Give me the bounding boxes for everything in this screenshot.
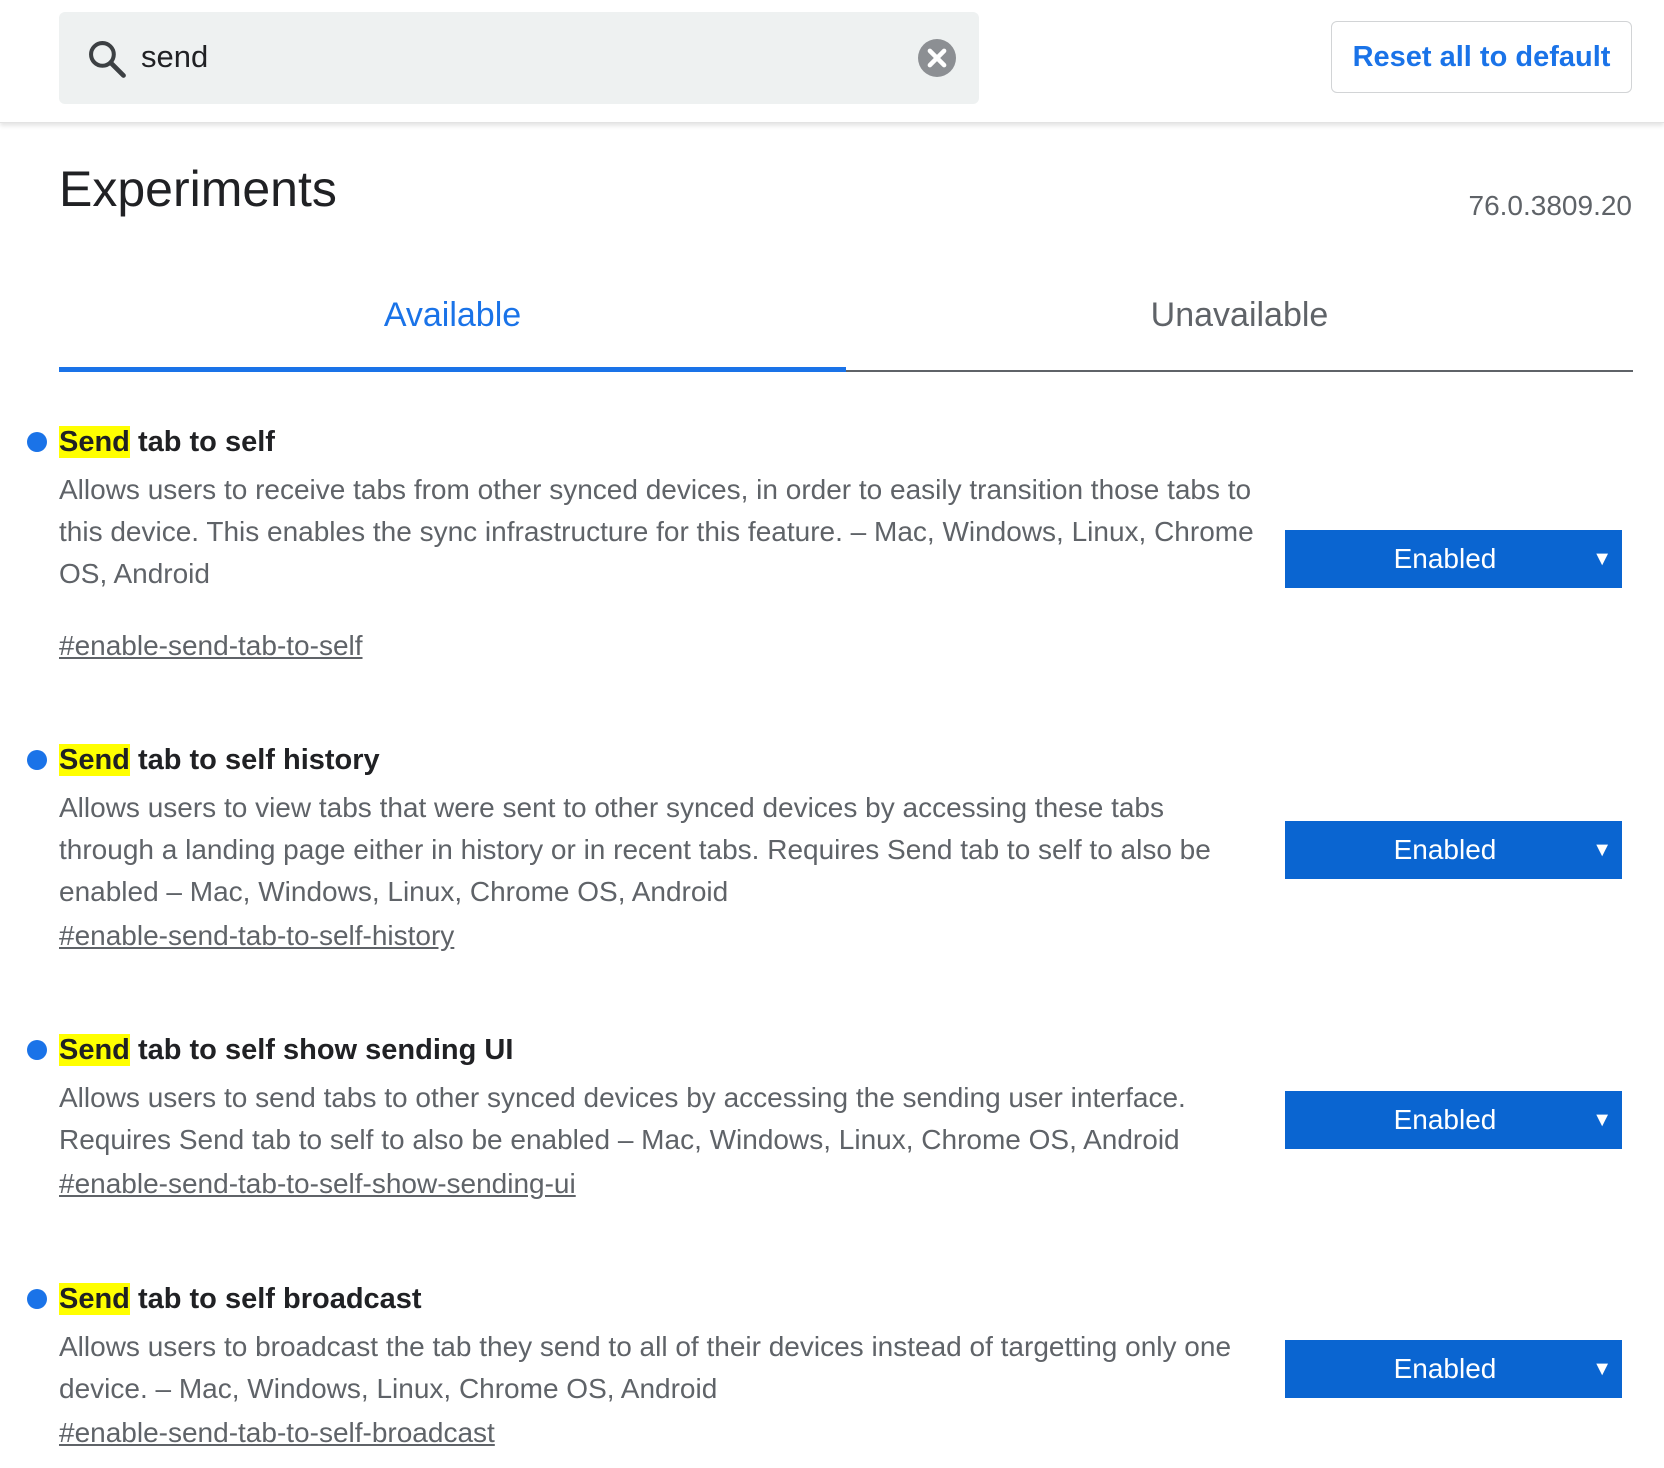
experiment-permalink[interactable]: #enable-send-tab-to-self-show-sending-ui [59, 1165, 576, 1203]
search-match-highlight: Send [59, 744, 130, 776]
tab-bar: Available Unavailable [59, 272, 1633, 372]
search-box[interactable]: send [59, 12, 979, 104]
search-match-highlight: Send [59, 1283, 130, 1315]
experiment-title: Send tab to self show sending UI [59, 1031, 513, 1069]
experiment-title-text: tab to self [129, 426, 275, 458]
experiment-state-select[interactable]: Enabled ▼ [1285, 530, 1622, 588]
search-input[interactable]: send [141, 34, 208, 80]
new-experiment-dot [27, 432, 47, 452]
tab-unavailable[interactable]: Unavailable [846, 272, 1633, 368]
new-experiment-dot [27, 750, 47, 770]
triangle-down-icon: ▼ [1592, 548, 1612, 570]
experiment-description: Allows users to send tabs to other synce… [59, 1082, 1186, 1155]
select-value: Enabled [1393, 1104, 1497, 1135]
experiment-title-text: tab to self history [129, 744, 380, 776]
tab-available[interactable]: Available [59, 272, 846, 368]
header-bar: send Reset all to default [0, 0, 1664, 123]
new-experiment-dot [27, 1289, 47, 1309]
experiment-title-text: tab to self broadcast [129, 1283, 422, 1315]
reset-all-button[interactable]: Reset all to default [1331, 21, 1632, 93]
clear-search-icon[interactable] [918, 39, 956, 77]
triangle-down-icon: ▼ [1592, 1109, 1612, 1131]
experiment-state-select[interactable]: Enabled ▼ [1285, 821, 1622, 879]
search-match-highlight: Send [59, 426, 130, 458]
page-title: Experiments [59, 161, 337, 217]
experiment-description: Allows users to broadcast the tab they s… [59, 1331, 1232, 1404]
experiment-title-text: tab to self show sending UI [129, 1034, 514, 1066]
select-value: Enabled [1393, 1353, 1497, 1384]
triangle-down-icon: ▼ [1592, 839, 1612, 861]
experiment-title: Send tab to self history [59, 741, 380, 779]
select-value: Enabled [1393, 543, 1497, 574]
version-number: 76.0.3809.20 [1468, 190, 1633, 221]
search-match-highlight: Send [59, 1034, 130, 1066]
tab-active-indicator [59, 367, 846, 372]
experiment-state-select[interactable]: Enabled ▼ [1285, 1091, 1622, 1149]
experiment-state-select[interactable]: Enabled ▼ [1285, 1340, 1622, 1398]
experiment-title: Send tab to self [59, 423, 275, 461]
experiment-permalink[interactable]: #enable-send-tab-to-self-history [59, 917, 454, 955]
experiment-permalink[interactable]: #enable-send-tab-to-self [59, 627, 363, 665]
experiment-permalink[interactable]: #enable-send-tab-to-self-broadcast [59, 1414, 495, 1452]
new-experiment-dot [27, 1040, 47, 1060]
triangle-down-icon: ▼ [1592, 1358, 1612, 1380]
experiment-description: Allows users to receive tabs from other … [59, 474, 1254, 589]
experiment-title: Send tab to self broadcast [59, 1280, 422, 1318]
experiment-description: Allows users to view tabs that were sent… [59, 792, 1211, 907]
select-value: Enabled [1393, 834, 1497, 865]
search-icon [89, 41, 126, 78]
